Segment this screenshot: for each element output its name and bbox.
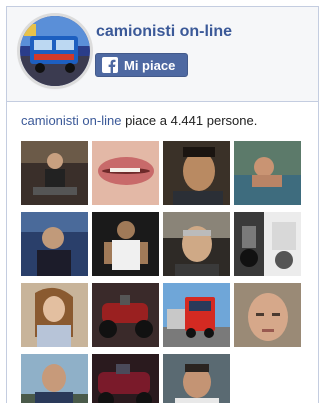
like-button-label: Mi piace bbox=[124, 57, 176, 73]
likes-count-text: piace a 4.441 persone. bbox=[125, 113, 258, 128]
fan-face[interactable] bbox=[234, 141, 301, 205]
fan-face[interactable] bbox=[234, 283, 301, 347]
page-name-link[interactable]: camionisti on-line bbox=[96, 23, 232, 41]
fan-face[interactable] bbox=[92, 141, 159, 205]
page-header: camionisti on-line Mi piace bbox=[7, 7, 318, 102]
fan-face[interactable] bbox=[92, 283, 159, 347]
likes-summary: camionisti on-line piace a 4.441 persone… bbox=[21, 113, 257, 128]
fan-face[interactable] bbox=[234, 212, 301, 276]
fan-faces-grid bbox=[21, 141, 301, 403]
stats-page-link[interactable]: camionisti on-line bbox=[21, 113, 121, 128]
facebook-like-box: camionisti on-line Mi piace camionisti o… bbox=[6, 6, 319, 403]
fan-face[interactable] bbox=[163, 141, 230, 205]
like-button[interactable]: Mi piace bbox=[95, 53, 188, 77]
fan-face[interactable] bbox=[21, 283, 88, 347]
fan-face[interactable] bbox=[21, 212, 88, 276]
fan-face[interactable] bbox=[163, 283, 230, 347]
fan-face[interactable] bbox=[92, 212, 159, 276]
page-avatar[interactable] bbox=[20, 16, 90, 86]
fan-face[interactable] bbox=[92, 354, 159, 403]
fan-face[interactable] bbox=[21, 354, 88, 403]
facebook-f-icon bbox=[102, 57, 118, 73]
fan-face[interactable] bbox=[163, 354, 230, 403]
fan-face[interactable] bbox=[21, 141, 88, 205]
fan-face[interactable] bbox=[163, 212, 230, 276]
